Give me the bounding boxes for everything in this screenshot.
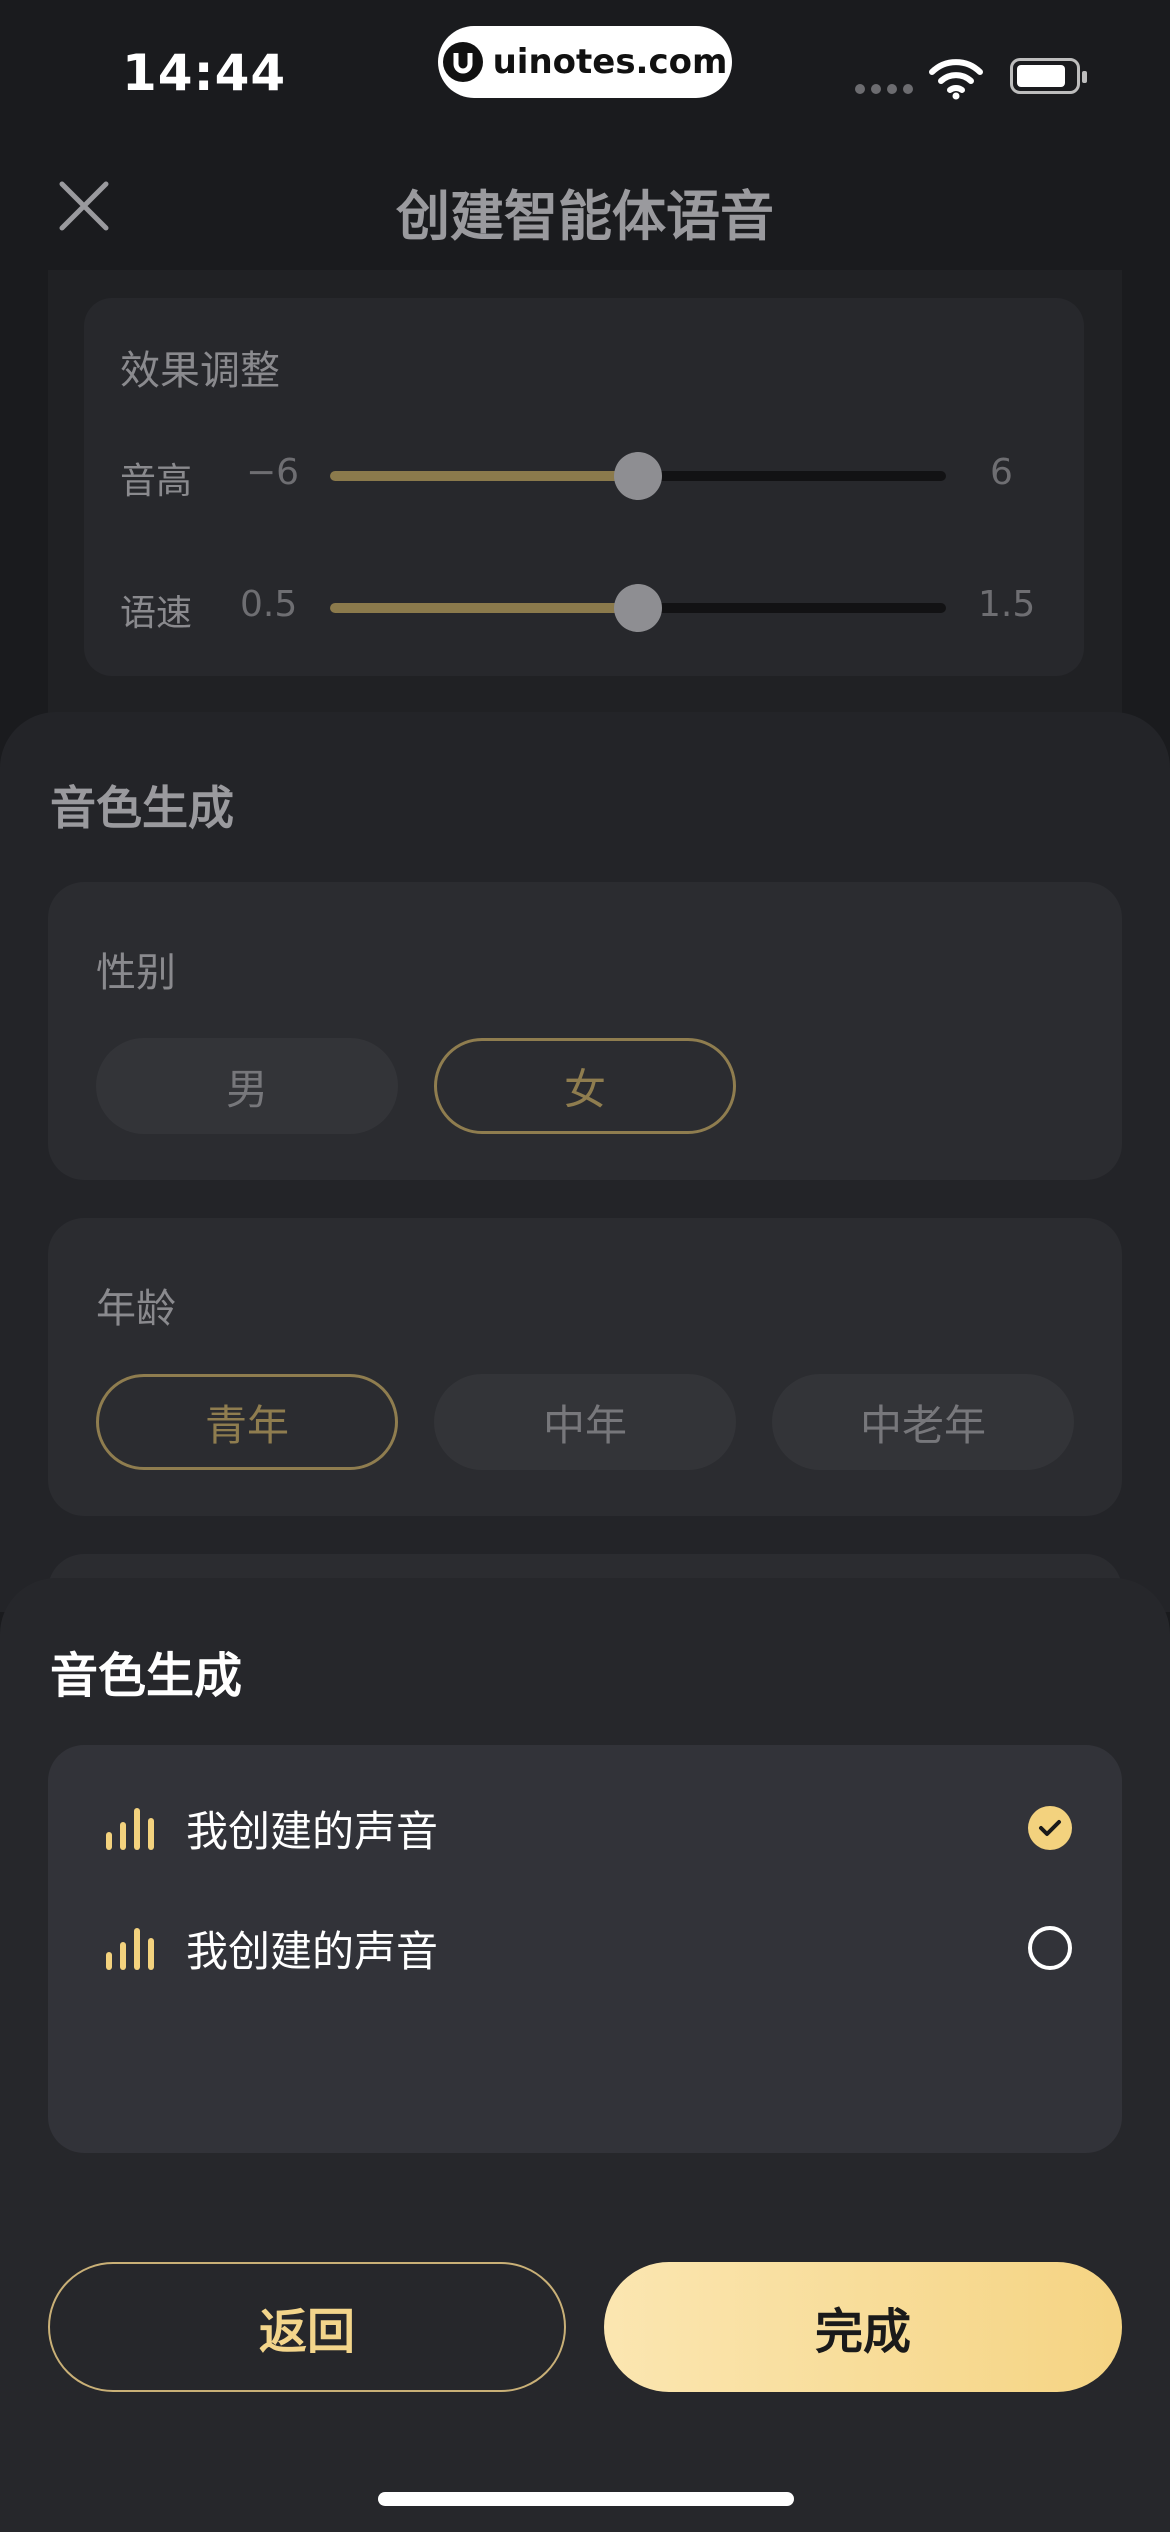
home-indicator[interactable] bbox=[378, 2492, 794, 2506]
speed-slider-thumb[interactable] bbox=[614, 584, 662, 632]
voice-item-2[interactable]: 我创建的声音 bbox=[48, 1898, 1122, 1998]
gender-option-female[interactable]: 女 bbox=[434, 1038, 736, 1134]
timbre-select-title: 音色生成 bbox=[50, 1648, 243, 1704]
battery-icon bbox=[1010, 58, 1087, 94]
page-title: 创建智能体语音 bbox=[396, 185, 774, 248]
pitch-min: −6 bbox=[246, 452, 300, 493]
timbre-form-title: 音色生成 bbox=[50, 781, 234, 835]
unchecked-circle-icon[interactable] bbox=[1028, 1926, 1072, 1970]
speed-max: 1.5 bbox=[978, 584, 1036, 625]
age-label: 年龄 bbox=[96, 1286, 176, 1332]
voice-item-label: 我创建的声音 bbox=[186, 1806, 439, 1856]
age-card bbox=[48, 1218, 1122, 1516]
status-time: 14:44 bbox=[122, 44, 287, 102]
speed-label: 语速 bbox=[120, 593, 193, 634]
checked-circle-icon[interactable] bbox=[1028, 1806, 1072, 1850]
voice-item-label: 我创建的声音 bbox=[186, 1926, 439, 1976]
age-option-senior[interactable]: 中老年 bbox=[772, 1374, 1074, 1470]
done-button[interactable]: 完成 bbox=[604, 2262, 1122, 2392]
wifi-icon bbox=[929, 59, 983, 100]
age-option-youth[interactable]: 青年 bbox=[96, 1374, 398, 1470]
pitch-slider-fill bbox=[330, 471, 638, 481]
pitch-max: 6 bbox=[990, 452, 1013, 493]
uinotes-logo-icon bbox=[442, 42, 483, 82]
age-option-middle[interactable]: 中年 bbox=[434, 1374, 736, 1470]
cellular-signal-icon bbox=[855, 84, 913, 94]
pitch-slider-thumb[interactable] bbox=[614, 452, 662, 500]
voice-item-1[interactable]: 我创建的声音 bbox=[48, 1778, 1122, 1878]
gender-option-male[interactable]: 男 bbox=[96, 1038, 398, 1134]
gender-card bbox=[48, 882, 1122, 1180]
speed-min: 0.5 bbox=[240, 584, 298, 625]
back-button[interactable]: 返回 bbox=[48, 2262, 566, 2392]
url-text: uinotes.com bbox=[492, 42, 728, 82]
gender-label: 性别 bbox=[96, 950, 176, 996]
speed-slider-fill bbox=[330, 603, 638, 613]
effect-title: 效果调整 bbox=[120, 348, 280, 394]
pitch-label: 音高 bbox=[120, 461, 193, 502]
url-pill[interactable]: uinotes.com bbox=[438, 26, 732, 98]
sound-wave-icon bbox=[106, 1808, 154, 1850]
sound-wave-icon bbox=[106, 1928, 154, 1970]
